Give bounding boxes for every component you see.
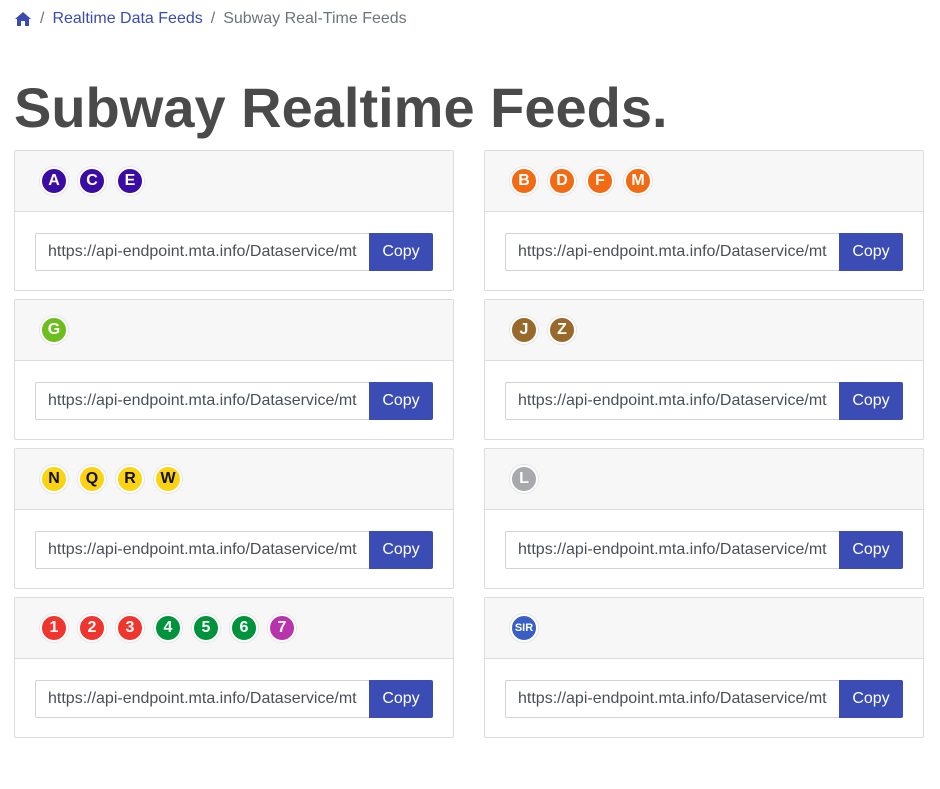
- line-bullet-d: D: [548, 167, 576, 195]
- feed-card: JZ Copy: [484, 299, 924, 440]
- feed-card-header: 1234567: [15, 598, 453, 659]
- line-bullet-sir: SIR: [510, 614, 538, 642]
- feed-card-header: SIR: [485, 598, 923, 659]
- breadcrumb-separator: /: [40, 10, 45, 27]
- copy-button[interactable]: Copy: [369, 679, 433, 718]
- copy-button[interactable]: Copy: [369, 381, 433, 420]
- feed-url-group: Copy: [505, 232, 903, 271]
- line-bullet-w: W: [154, 465, 182, 493]
- breadcrumb-current: Subway Real-Time Feeds: [223, 10, 407, 27]
- line-bullet-j: J: [510, 316, 538, 344]
- feed-url-input[interactable]: [35, 679, 369, 718]
- feed-card: ACE Copy: [14, 150, 454, 291]
- line-bullet-2: 2: [78, 614, 106, 642]
- breadcrumb-link-realtime-data-feeds[interactable]: Realtime Data Feeds: [52, 10, 202, 28]
- line-bullet-3: 3: [116, 614, 144, 642]
- feed-card-body: Copy: [15, 212, 453, 291]
- breadcrumb: / Realtime Data Feeds / Subway Real-Time…: [14, 9, 407, 29]
- feed-card: G Copy: [14, 299, 454, 440]
- feed-card-body: Copy: [485, 659, 923, 738]
- line-bullet-1: 1: [40, 614, 68, 642]
- line-bullet-l: L: [510, 465, 538, 493]
- feed-card: SIR Copy: [484, 597, 924, 738]
- home-icon[interactable]: [14, 11, 32, 27]
- feed-url-group: Copy: [35, 679, 433, 718]
- line-bullet-5: 5: [192, 614, 220, 642]
- feed-card-body: Copy: [485, 510, 923, 589]
- feed-url-input[interactable]: [35, 232, 369, 271]
- line-bullet-g: G: [40, 316, 68, 344]
- feed-card-header: BDFM: [485, 151, 923, 212]
- feed-card-body: Copy: [15, 361, 453, 440]
- feed-url-input[interactable]: [505, 679, 839, 718]
- feed-url-group: Copy: [35, 381, 433, 420]
- feed-url-input[interactable]: [505, 381, 839, 420]
- line-bullet-b: B: [510, 167, 538, 195]
- feed-url-group: Copy: [35, 530, 433, 569]
- line-bullet-r: R: [116, 465, 144, 493]
- feed-card-body: Copy: [485, 361, 923, 440]
- feed-url-group: Copy: [505, 679, 903, 718]
- copy-button[interactable]: Copy: [839, 679, 903, 718]
- line-bullet-7: 7: [268, 614, 296, 642]
- copy-button[interactable]: Copy: [839, 381, 903, 420]
- feed-card: BDFM Copy: [484, 150, 924, 291]
- feed-card: 1234567 Copy: [14, 597, 454, 738]
- feed-card: L Copy: [484, 448, 924, 589]
- feed-url-input[interactable]: [35, 381, 369, 420]
- line-bullet-n: N: [40, 465, 68, 493]
- feed-card-body: Copy: [15, 659, 453, 738]
- page-title: Subway Realtime Feeds.: [14, 76, 668, 139]
- line-bullet-z: Z: [548, 316, 576, 344]
- feed-url-group: Copy: [505, 530, 903, 569]
- feed-card: NQRW Copy: [14, 448, 454, 589]
- line-bullet-f: F: [586, 167, 614, 195]
- copy-button[interactable]: Copy: [369, 530, 433, 569]
- line-bullet-c: C: [78, 167, 106, 195]
- copy-button[interactable]: Copy: [839, 232, 903, 271]
- copy-button[interactable]: Copy: [839, 530, 903, 569]
- feed-card-header: JZ: [485, 300, 923, 361]
- feed-card-body: Copy: [485, 212, 923, 291]
- feed-url-input[interactable]: [35, 530, 369, 569]
- line-bullet-m: M: [624, 167, 652, 195]
- feed-url-group: Copy: [505, 381, 903, 420]
- feed-card-header: ACE: [15, 151, 453, 212]
- feed-url-input[interactable]: [505, 530, 839, 569]
- feed-url-group: Copy: [35, 232, 433, 271]
- breadcrumb-separator: /: [210, 10, 216, 27]
- line-bullet-a: A: [40, 167, 68, 195]
- line-bullet-4: 4: [154, 614, 182, 642]
- feed-card-header: NQRW: [15, 449, 453, 510]
- feed-url-input[interactable]: [505, 232, 839, 271]
- feed-card-header: G: [15, 300, 453, 361]
- feed-card-body: Copy: [15, 510, 453, 589]
- copy-button[interactable]: Copy: [369, 232, 433, 271]
- line-bullet-e: E: [116, 167, 144, 195]
- line-bullet-6: 6: [230, 614, 258, 642]
- feed-card-header: L: [485, 449, 923, 510]
- line-bullet-q: Q: [78, 465, 106, 493]
